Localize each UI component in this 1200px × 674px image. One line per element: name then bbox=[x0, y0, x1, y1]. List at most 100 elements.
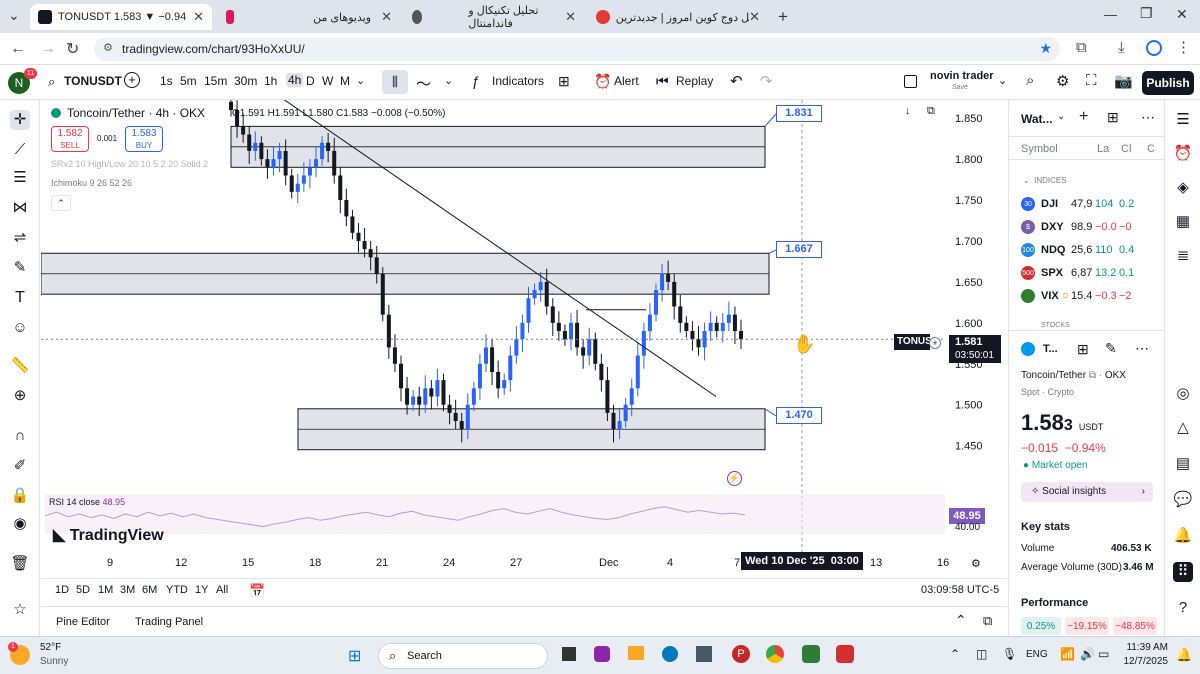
candle[interactable] bbox=[484, 334, 488, 372]
time-axis-settings-icon[interactable]: ⚙ bbox=[971, 557, 981, 570]
candle[interactable] bbox=[599, 353, 604, 392]
copilot-icon[interactable] bbox=[594, 646, 610, 662]
maximize-panel-icon[interactable]: ⧉ bbox=[983, 613, 992, 629]
back-arrow-icon[interactable]: ← bbox=[10, 40, 26, 58]
perf-1m[interactable]: −19.15% bbox=[1065, 617, 1109, 635]
candle[interactable] bbox=[441, 373, 446, 412]
candle[interactable] bbox=[562, 324, 567, 346]
layout-name[interactable]: novin trader bbox=[930, 70, 994, 82]
range-6m[interactable]: 6M bbox=[142, 584, 157, 596]
trash-icon[interactable]: 🗑 bbox=[10, 554, 30, 574]
trading-panel-tab[interactable]: Trading Panel bbox=[135, 616, 203, 628]
hotlists-icon[interactable]: ≣ bbox=[1173, 246, 1193, 266]
edit-icon[interactable]: ✎ bbox=[1105, 340, 1117, 357]
candle[interactable] bbox=[739, 319, 743, 350]
section-indices[interactable]: ⌄ INDICES bbox=[1023, 176, 1067, 185]
lock-drawings-icon[interactable]: ✐ bbox=[10, 456, 30, 476]
watchlist-row[interactable]: VIX D 15.4 −0.3 −2 bbox=[1021, 285, 1164, 307]
calendar-events-icon[interactable]: ▤ bbox=[1173, 454, 1193, 474]
text-tool-icon[interactable]: T bbox=[10, 288, 30, 308]
symbol-search-button[interactable]: TONUSDT bbox=[64, 74, 122, 88]
help-icon[interactable]: ? bbox=[1173, 598, 1193, 618]
range-1d[interactable]: 1D bbox=[55, 584, 69, 596]
candle[interactable] bbox=[508, 345, 513, 392]
brush-icon[interactable]: ✎ bbox=[10, 258, 30, 278]
range-3m[interactable]: 3M bbox=[120, 584, 135, 596]
indicator-legend-ichimoku[interactable]: Ichimoku 9 26 52 26 bbox=[51, 178, 132, 188]
candle[interactable] bbox=[726, 301, 731, 332]
patterns-icon[interactable]: ⋈ bbox=[10, 198, 30, 218]
tray-app-icon[interactable]: ◫ bbox=[976, 647, 987, 661]
pine-icon[interactable]: △ bbox=[1173, 418, 1193, 438]
collapse-panel-icon[interactable]: ⌃ bbox=[955, 612, 967, 629]
candle[interactable] bbox=[477, 353, 482, 400]
gear-icon[interactable]: ⚙ bbox=[1056, 72, 1069, 90]
interval-15m[interactable]: 15m bbox=[204, 74, 227, 88]
calendar-icon[interactable]: 📅 bbox=[249, 583, 265, 599]
details-symbol[interactable]: T... bbox=[1043, 343, 1058, 355]
scroll-down-icon[interactable]: ↓ bbox=[905, 105, 911, 117]
indicators-button[interactable]: Indicators bbox=[492, 74, 544, 88]
watchlist-row[interactable]: 500 SPX 6,87 13.2 0.1 bbox=[1021, 262, 1164, 284]
social-insights-button[interactable]: ✧ Social insights › bbox=[1021, 482, 1153, 502]
section-stocks[interactable]: STOCKS bbox=[1041, 322, 1070, 329]
candle[interactable] bbox=[720, 313, 725, 343]
chrome-icon[interactable] bbox=[766, 645, 784, 663]
close-tab-icon[interactable]: ✕ bbox=[565, 9, 576, 25]
windows-start-icon[interactable]: ⊞ bbox=[348, 646, 361, 666]
symbol-search-icon[interactable]: ⌕ bbox=[48, 74, 55, 90]
publish-button[interactable]: Publish bbox=[1142, 71, 1194, 95]
trend-line-icon[interactable]: ⟋ bbox=[10, 140, 30, 160]
range-5d[interactable]: 5D bbox=[76, 584, 90, 596]
profile-icon[interactable] bbox=[1146, 40, 1162, 56]
taskbar-search[interactable]: ⌕ Search bbox=[378, 643, 548, 669]
candle[interactable] bbox=[429, 380, 434, 410]
candle[interactable] bbox=[392, 334, 397, 372]
candle[interactable] bbox=[714, 316, 719, 338]
battery-icon[interactable]: ▭ bbox=[1098, 647, 1109, 661]
col-change[interactable]: Cl bbox=[1121, 143, 1131, 155]
download-icon[interactable]: ⤓ bbox=[1118, 39, 1125, 56]
ruler-icon[interactable]: 📏 bbox=[10, 356, 30, 376]
camera-icon[interactable]: 📷 bbox=[1114, 72, 1133, 90]
clock-time[interactable]: 03:09:58 UTC-5 bbox=[921, 584, 999, 596]
magnet-icon[interactable]: ∩ bbox=[10, 426, 30, 446]
fullscreen-icon[interactable]: ⛶ bbox=[1086, 72, 1097, 89]
close-tab-icon[interactable]: ✕ bbox=[193, 9, 204, 25]
edge-icon[interactable] bbox=[662, 646, 678, 662]
notifications-icon[interactable]: 🔔 bbox=[1173, 526, 1193, 546]
candle[interactable] bbox=[708, 311, 713, 341]
interval-4h[interactable]: 4h bbox=[286, 73, 304, 87]
zone-label-bottom[interactable]: 1.470 bbox=[776, 407, 822, 424]
add-symbol-icon[interactable]: + bbox=[1079, 108, 1088, 126]
layout-icon[interactable] bbox=[904, 75, 917, 88]
new-tab-icon[interactable]: + bbox=[778, 7, 788, 27]
browser-tab-4[interactable]: تحلیل تکنیکال و فاندامنتال ✕ bbox=[404, 4, 584, 30]
candle[interactable] bbox=[490, 339, 495, 386]
store-icon[interactable] bbox=[696, 646, 712, 662]
collapse-legend-icon[interactable]: ⌃ bbox=[51, 195, 71, 211]
candle[interactable] bbox=[350, 209, 355, 240]
candle[interactable] bbox=[471, 381, 476, 412]
candle[interactable] bbox=[581, 339, 586, 369]
candles-chart-type-icon[interactable]: ⫼ bbox=[382, 70, 408, 94]
advanced-view-icon[interactable]: ⊞ bbox=[1107, 109, 1119, 126]
recorder-icon[interactable] bbox=[836, 645, 854, 663]
candle[interactable] bbox=[399, 355, 403, 402]
browser-tab-2[interactable] bbox=[218, 4, 248, 30]
external-link-icon[interactable]: ⧉ · bbox=[1089, 370, 1105, 381]
apps-grid-icon[interactable]: ⠿ bbox=[1173, 562, 1193, 582]
site-info-icon[interactable]: ⚙ bbox=[103, 41, 113, 54]
crosshair-icon[interactable]: ✛ bbox=[10, 110, 30, 130]
interval-D[interactable]: D bbox=[306, 74, 315, 88]
candle[interactable] bbox=[423, 375, 428, 413]
interval-M[interactable]: M bbox=[340, 74, 350, 88]
sell-button[interactable]: 1.582 SELL bbox=[51, 126, 89, 152]
candle[interactable] bbox=[732, 306, 737, 345]
undo-icon[interactable]: ↶ bbox=[730, 72, 743, 90]
candle[interactable] bbox=[647, 303, 652, 341]
candle[interactable] bbox=[690, 321, 695, 351]
col-change-pct[interactable]: C bbox=[1147, 143, 1155, 155]
zoom-in-icon[interactable]: ⊕ bbox=[10, 386, 30, 406]
candle[interactable] bbox=[696, 326, 701, 356]
